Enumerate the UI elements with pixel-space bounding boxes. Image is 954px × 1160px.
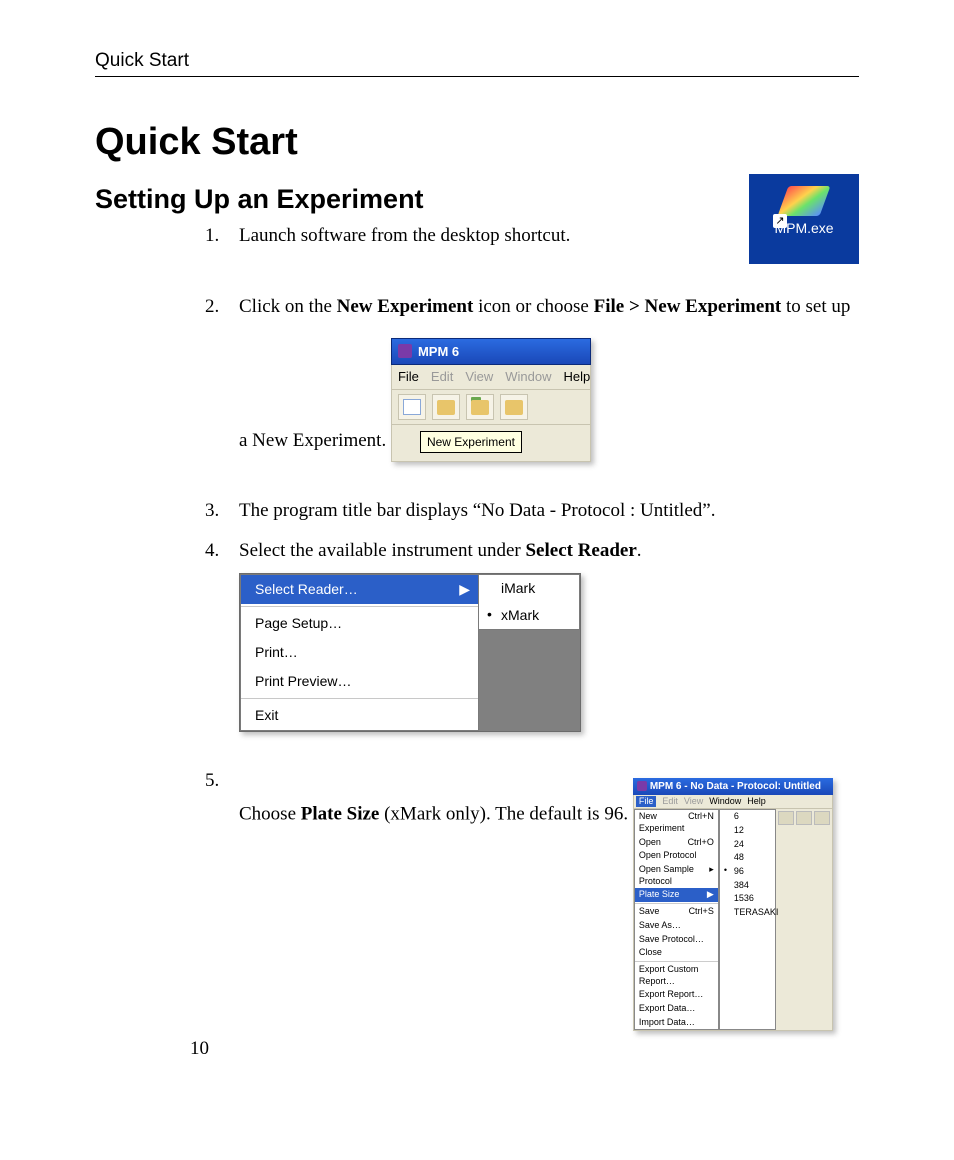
open-sample-button[interactable]	[500, 394, 528, 420]
tooltip-area: New Experiment	[391, 425, 591, 462]
app-icon	[398, 344, 412, 358]
step-1: 1. Launch software from the desktop shor…	[205, 223, 859, 249]
menu-file[interactable]: File	[398, 368, 419, 386]
menu-export-custom-report[interactable]: Export Custom Report…	[635, 963, 718, 988]
menu-exit[interactable]: Exit	[241, 701, 478, 730]
submenu-arrow-icon: ▶	[459, 580, 470, 599]
menu-edit: Edit	[662, 796, 678, 808]
step-text: Launch software from the desktop shortcu…	[239, 225, 570, 246]
step-number: 3.	[205, 498, 219, 524]
titlebar: MPM 6	[391, 338, 591, 366]
menu-save-protocol[interactable]: Save Protocol…	[635, 933, 718, 947]
menubar: File Edit View Window Help	[633, 795, 833, 810]
toolbar-icon[interactable]	[796, 811, 812, 825]
plate-size-24[interactable]: 24	[720, 838, 775, 852]
menu-print-preview[interactable]: Print Preview…	[241, 667, 478, 696]
menu-export-report[interactable]: Export Report…	[635, 988, 718, 1002]
menu-open[interactable]: OpenCtrl+O	[635, 836, 718, 850]
menu-open-sample-protocol[interactable]: Open Sample Protocol▸	[635, 863, 718, 888]
plate-size-6[interactable]: 6	[720, 810, 775, 824]
menu-plate-size[interactable]: Plate Size▶	[635, 888, 718, 902]
menu-view: View	[465, 368, 493, 386]
menu-save[interactable]: SaveCtrl+S	[635, 905, 718, 919]
section-heading: Setting Up an Experiment	[95, 184, 859, 215]
plate-size-12[interactable]: 12	[720, 824, 775, 838]
toolbar	[776, 809, 832, 1030]
plate-size-terasaki[interactable]: TERASAKI	[720, 906, 775, 920]
menu-import-data[interactable]: Import Data…	[635, 1016, 718, 1030]
menu-print[interactable]: Print…	[241, 638, 478, 667]
open-button[interactable]	[432, 394, 460, 420]
menu-help[interactable]: Help	[747, 796, 766, 808]
page-number: 10	[190, 1038, 209, 1060]
screenshot-select-reader: Select Reader… ▶ Page Setup… Print… Prin…	[239, 573, 581, 731]
open-protocol-button[interactable]	[466, 394, 494, 420]
step-number: 4.	[205, 538, 219, 564]
file-dropdown: Select Reader… ▶ Page Setup… Print… Prin…	[240, 574, 479, 730]
screenshot-plate-size: MPM 6 - No Data - Protocol: Untitled Fil…	[633, 778, 833, 1032]
menu-view: View	[684, 796, 703, 808]
menu-close[interactable]: Close	[635, 946, 718, 960]
plate-size-submenu: 6 12 24 48 96 384 1536 TERASAKI	[719, 809, 776, 1030]
menu-edit: Edit	[431, 368, 453, 386]
step-2: 2. Click on the New Experiment icon or c…	[205, 294, 859, 484]
tooltip: New Experiment	[420, 431, 522, 453]
desktop-shortcut-icon: ↗ MPM.exe	[749, 174, 859, 264]
menu-open-protocol[interactable]: Open Protocol	[635, 849, 718, 863]
reader-option-imark[interactable]: iMark	[479, 575, 579, 602]
file-dropdown: New ExperimentCtrl+N OpenCtrl+O Open Pro…	[634, 809, 719, 1030]
step-number: 1.	[205, 223, 219, 249]
plate-size-1536[interactable]: 1536	[720, 892, 775, 906]
step-text: The program title bar displays “No Data …	[239, 500, 715, 521]
step-3: 3. The program title bar displays “No Da…	[205, 498, 859, 524]
new-experiment-button[interactable]	[398, 394, 426, 420]
menu-help[interactable]: Help	[564, 368, 591, 386]
step-number: 5.	[205, 768, 219, 794]
app-icon	[637, 781, 647, 791]
plate-size-384[interactable]: 384	[720, 879, 775, 893]
menu-export-data[interactable]: Export Data…	[635, 1002, 718, 1016]
window-title: MPM 6 - No Data - Protocol: Untitled	[650, 780, 821, 793]
reader-submenu: iMark xMark	[478, 574, 580, 630]
screenshot-new-experiment: MPM 6 File Edit View Window Help New Exp…	[391, 338, 591, 462]
toolbar	[391, 390, 591, 425]
plate-size-48[interactable]: 48	[720, 851, 775, 865]
running-head: Quick Start	[95, 50, 859, 77]
toolbar-icon[interactable]	[778, 811, 794, 825]
mpm-icon	[778, 186, 831, 216]
menu-window: Window	[505, 368, 551, 386]
menu-file[interactable]: File	[636, 796, 657, 808]
toolbar-icon[interactable]	[814, 811, 830, 825]
step-5: 5. Choose Plate Size (xMark only). The d…	[205, 768, 859, 1054]
reader-option-xmark[interactable]: xMark	[479, 602, 579, 629]
window-title: MPM 6	[418, 343, 459, 361]
menu-select-reader[interactable]: Select Reader… ▶	[241, 575, 478, 604]
plate-size-96[interactable]: 96	[720, 865, 775, 879]
menu-page-setup[interactable]: Page Setup…	[241, 609, 478, 638]
titlebar: MPM 6 - No Data - Protocol: Untitled	[633, 778, 833, 795]
menu-new-experiment[interactable]: New ExperimentCtrl+N	[635, 810, 718, 835]
page-title: Quick Start	[95, 121, 859, 164]
menu-window[interactable]: Window	[709, 796, 741, 808]
menubar: File Edit View Window Help	[391, 365, 591, 390]
menu-save-as[interactable]: Save As…	[635, 919, 718, 933]
step-number: 2.	[205, 294, 219, 320]
step-4: 4. Select the available instrument under…	[205, 538, 859, 754]
